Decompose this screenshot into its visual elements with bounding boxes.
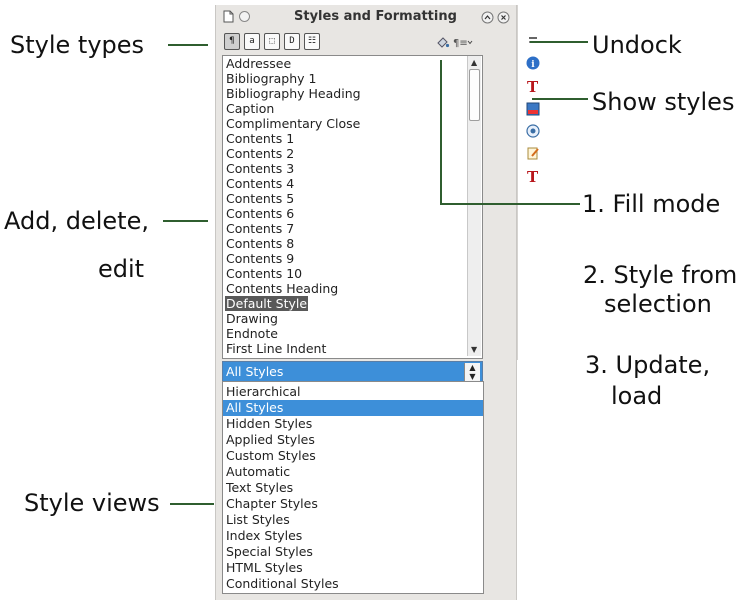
list-item[interactable]: Contents 3 xyxy=(226,161,294,176)
callout-line xyxy=(168,44,208,46)
list-item[interactable]: Contents 8 xyxy=(226,236,294,251)
style-filter-dropdown[interactable]: Hierarchical All Styles Hidden Styles Ap… xyxy=(222,381,484,594)
list-item[interactable]: Complimentary Close xyxy=(226,116,360,131)
styles-icon-2[interactable]: T xyxy=(526,168,540,184)
dropdown-option[interactable]: List Styles xyxy=(226,512,290,528)
svg-text:T: T xyxy=(527,78,539,94)
svg-text:i: i xyxy=(531,60,535,70)
list-item[interactable]: Contents 2 xyxy=(226,146,294,161)
list-item[interactable]: Drawing xyxy=(226,311,278,326)
dropdown-option[interactable]: Custom Styles xyxy=(226,448,316,464)
callout-line xyxy=(163,220,208,222)
character-styles-button[interactable]: a xyxy=(244,33,260,50)
dropdown-option[interactable]: Hierarchical xyxy=(226,384,301,400)
callout-style-from-selection-2: selection xyxy=(604,290,712,318)
dropdown-option[interactable]: HTML Styles xyxy=(226,560,303,576)
callout-line xyxy=(530,41,588,43)
callout-style-views: Style views xyxy=(24,489,160,517)
callout-line xyxy=(170,503,214,505)
close-icon[interactable] xyxy=(497,11,510,24)
callout-line xyxy=(440,203,580,205)
sidebar-divider xyxy=(517,5,518,360)
style-type-toolbar: ¶ a ⬚ D ☷ ¶≡ xyxy=(216,30,514,54)
list-item[interactable]: Contents 6 xyxy=(226,206,294,221)
dropdown-option[interactable]: Index Styles xyxy=(226,528,302,544)
callout-style-types: Style types xyxy=(10,31,145,59)
styles-icon[interactable]: T xyxy=(526,78,540,94)
new-style-from-selection-icon[interactable]: ¶≡ xyxy=(453,35,473,49)
navigator-icon[interactable] xyxy=(526,124,540,138)
combo-value: All Styles xyxy=(226,364,284,379)
list-item[interactable]: Contents 10 xyxy=(226,266,302,281)
svg-text:¶≡: ¶≡ xyxy=(453,38,468,49)
list-item[interactable]: Contents Heading xyxy=(226,281,338,296)
gallery-icon[interactable] xyxy=(526,102,540,116)
list-item[interactable]: Contents 4 xyxy=(226,176,294,191)
list-item[interactable]: Addressee xyxy=(226,56,291,71)
callout-update-load-2: load xyxy=(611,382,663,410)
dropdown-option[interactable]: Automatic xyxy=(226,464,290,480)
list-item[interactable]: Caption xyxy=(226,101,274,116)
dropdown-option-selected[interactable]: All Styles xyxy=(223,400,483,416)
dropdown-option[interactable]: Text Styles xyxy=(226,480,293,496)
callout-line xyxy=(532,98,588,100)
scrollbar-thumb[interactable] xyxy=(469,69,480,121)
callout-style-from-selection: 2. Style from xyxy=(583,261,738,289)
paragraph-styles-button[interactable]: ¶ xyxy=(224,33,240,50)
document-icon xyxy=(223,10,234,23)
callout-update-load: 3. Update, xyxy=(585,351,711,379)
sticky-icon[interactable] xyxy=(238,10,251,23)
list-item[interactable]: Contents 9 xyxy=(226,251,294,266)
style-filter-combo[interactable]: All Styles ▲ ▼ xyxy=(222,361,483,383)
list-item[interactable]: Contents 7 xyxy=(226,221,294,236)
list-item[interactable]: Bibliography Heading xyxy=(226,86,361,101)
svg-text:T: T xyxy=(527,168,539,184)
styles-list[interactable]: Addressee Bibliography 1 Bibliography He… xyxy=(222,55,483,359)
callout-add-delete-edit: Add, delete, xyxy=(4,207,149,235)
callout-add-delete-edit-2: edit xyxy=(98,255,145,283)
scroll-up-icon[interactable]: ▲ xyxy=(471,58,477,68)
frame-styles-button[interactable]: ⬚ xyxy=(264,33,280,50)
title-bar: Styles and Formatting xyxy=(216,6,514,28)
dropdown-option[interactable]: Hidden Styles xyxy=(226,416,312,432)
dropdown-option[interactable]: Chapter Styles xyxy=(226,496,318,512)
callout-show-styles: Show styles xyxy=(592,88,735,116)
collapse-icon[interactable] xyxy=(481,11,494,24)
list-styles-button[interactable]: ☷ xyxy=(304,33,320,50)
list-item-selected[interactable]: Default Style xyxy=(225,296,309,311)
properties-icon[interactable]: i xyxy=(526,56,540,70)
combo-spin-icon[interactable]: ▲ ▼ xyxy=(464,363,480,381)
list-item[interactable]: Contents 5 xyxy=(226,191,294,206)
window-title: Styles and Formatting xyxy=(294,9,457,24)
fill-format-mode-icon[interactable] xyxy=(436,35,450,49)
list-item[interactable]: First Line Indent xyxy=(226,341,326,356)
scroll-down-icon[interactable]: ▼ xyxy=(471,345,477,355)
callout-undock: Undock xyxy=(592,31,682,59)
list-item[interactable]: Endnote xyxy=(226,326,278,341)
dropdown-option[interactable]: Applied Styles xyxy=(226,432,315,448)
list-item[interactable]: Bibliography 1 xyxy=(226,71,317,86)
list-item[interactable]: Contents 1 xyxy=(226,131,294,146)
manage-changes-icon[interactable] xyxy=(526,146,540,160)
dropdown-option[interactable]: Special Styles xyxy=(226,544,313,560)
dropdown-option[interactable]: Conditional Styles xyxy=(226,576,339,592)
page-styles-button[interactable]: D xyxy=(284,33,300,50)
callout-line xyxy=(440,60,442,204)
callout-fill-mode: 1. Fill mode xyxy=(582,190,721,218)
